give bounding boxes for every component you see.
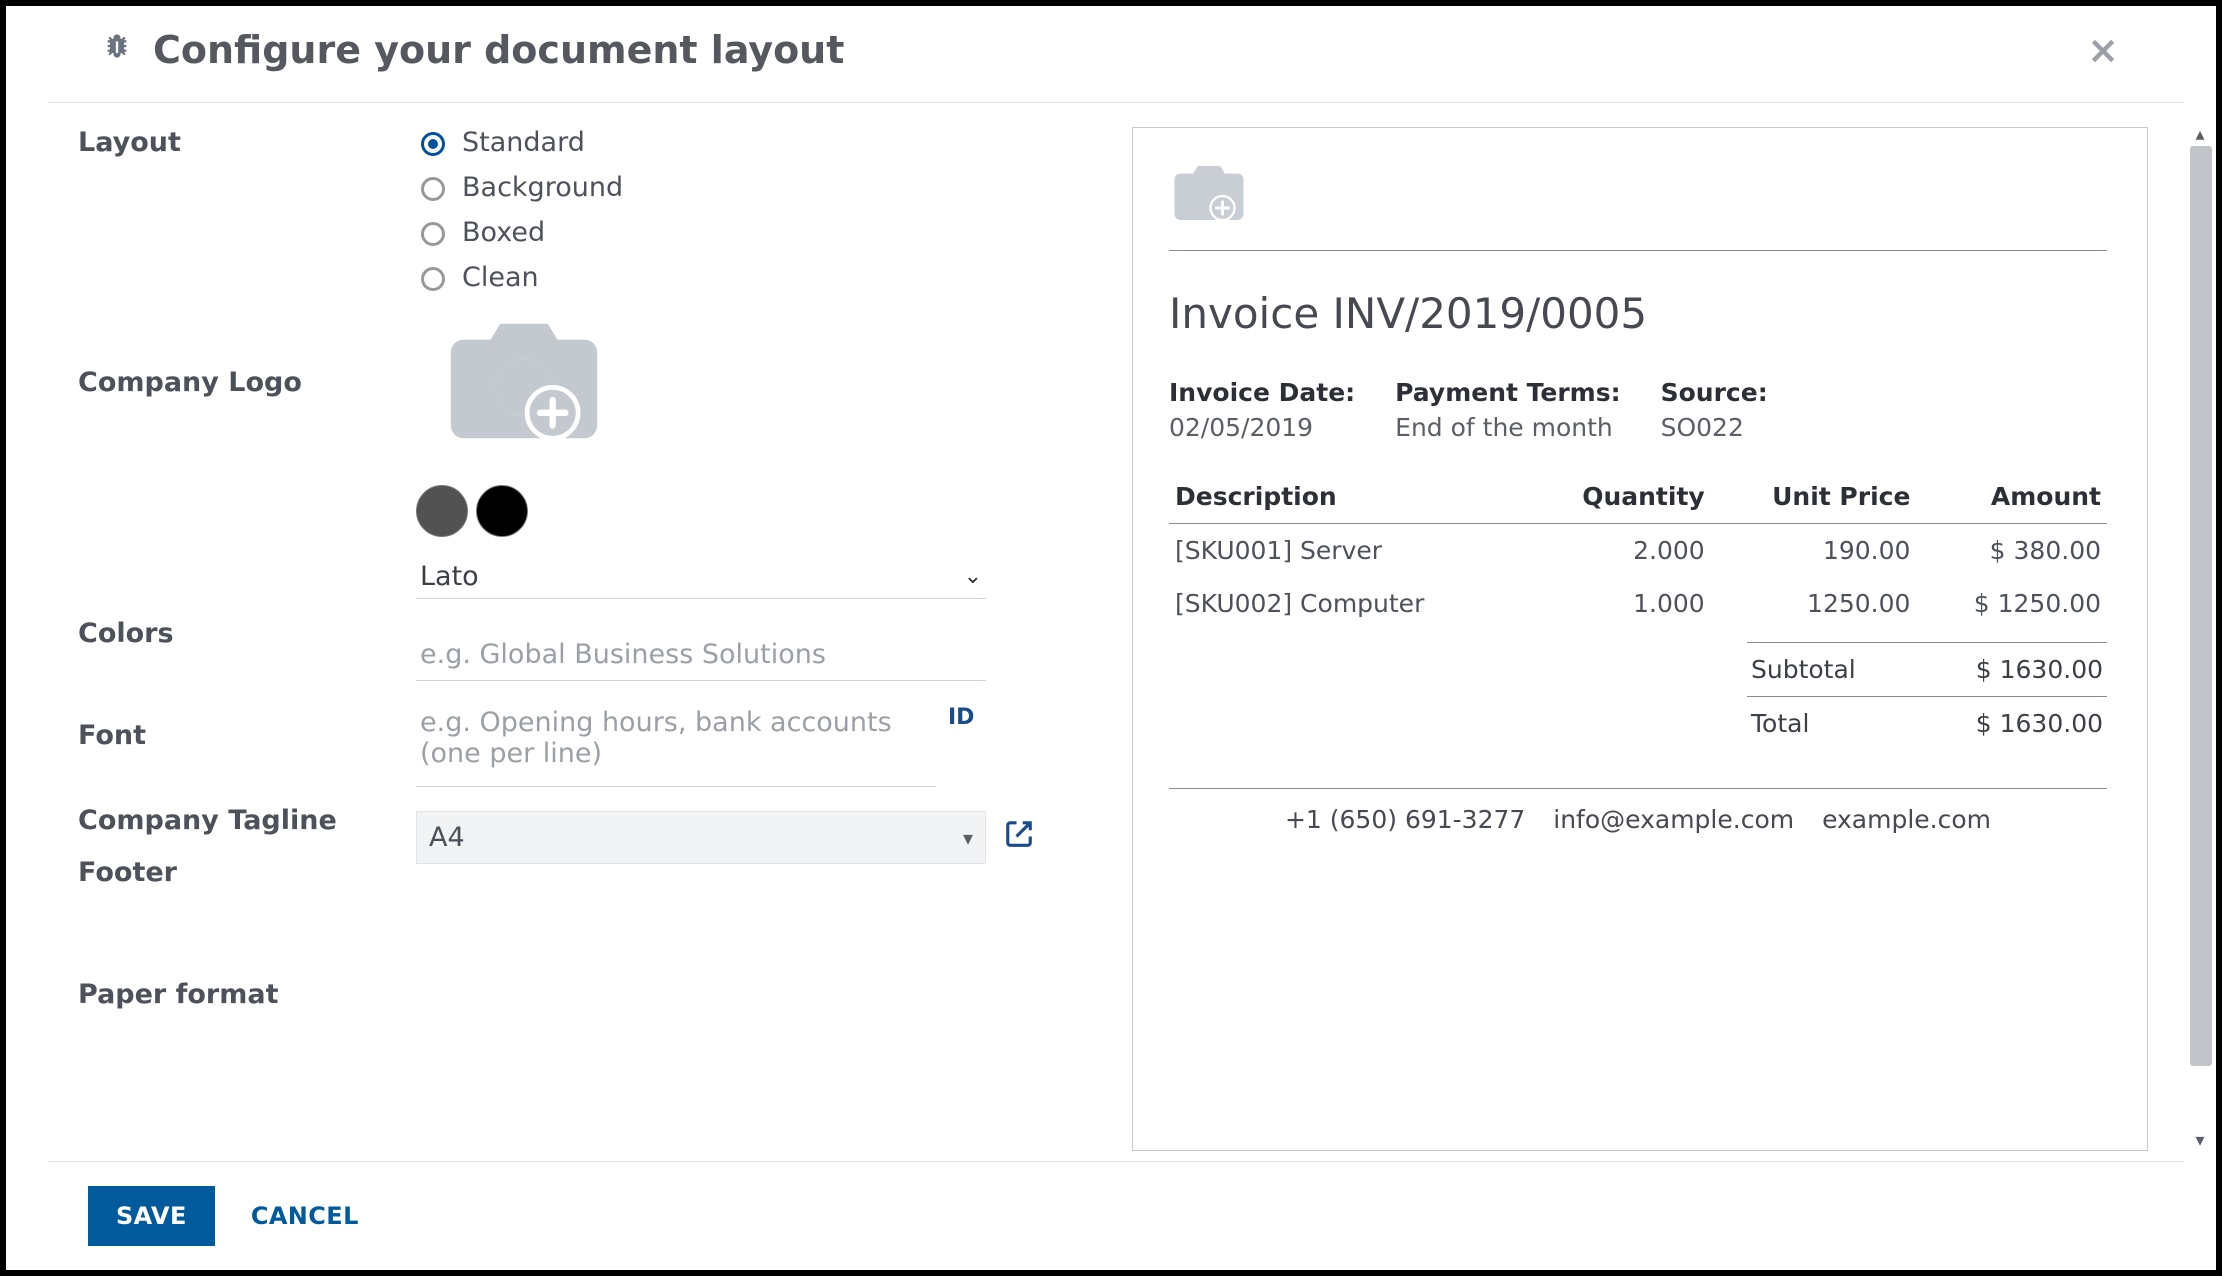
footer-email: info@example.com [1553,805,1794,834]
paper-format-value: A4 [429,822,465,853]
company-tagline-input[interactable] [416,629,986,681]
label-paper-format: Paper format [78,979,388,1011]
configure-layout-dialog: Configure your document layout × Layout … [48,6,2184,1270]
label-colors: Colors [78,618,388,650]
dialog-footer: SAVE CANCEL [48,1161,2184,1270]
layout-option-background[interactable]: Background [416,172,1092,203]
footer-language-badge[interactable]: ID [948,697,974,730]
company-logo-upload[interactable] [444,311,1092,457]
label-company-tagline: Company Tagline [78,805,388,837]
font-value: Lato [420,561,964,592]
secondary-color-swatch[interactable] [476,485,528,537]
layout-option-label: Background [462,172,623,203]
chevron-down-icon: ⌄ [964,564,982,589]
col-amount: Amount [1916,470,2107,524]
source-label: Source: [1661,378,1768,407]
cell-price: 1250.00 [1711,577,1917,630]
background-fragment-left [6,6,48,66]
total-value: $ 1630.00 [1976,709,2103,738]
preview-logo-placeholder [1169,160,2107,232]
layout-option-standard[interactable]: Standard [416,127,1092,158]
table-row: [SKU001] Server 2.000 190.00 $ 380.00 [1169,524,2107,578]
save-button[interactable]: SAVE [88,1186,215,1246]
subtotal-value: $ 1630.00 [1976,655,2103,684]
cell-price: 190.00 [1711,524,1917,578]
cell-amount: $ 1250.00 [1916,577,2107,630]
cell-desc: [SKU001] Server [1169,524,1527,578]
dialog-title: Configure your document layout [153,28,844,72]
cancel-button[interactable]: CANCEL [245,1201,365,1231]
payment-terms-value: End of the month [1395,413,1620,442]
total-label: Total [1751,709,1809,738]
bug-icon[interactable] [103,32,131,68]
external-link-icon[interactable] [1004,819,1034,857]
layout-option-boxed[interactable]: Boxed [416,217,1092,248]
preview-panel: Invoice INV/2019/0005 Invoice Date: 02/0… [1132,127,2148,1151]
footer-phone: +1 (650) 691-3277 [1285,805,1525,834]
scroll-down-arrow[interactable]: ▾ [2191,1132,2209,1150]
dialog-header: Configure your document layout × [48,6,2184,103]
invoice-date-value: 02/05/2019 [1169,413,1355,442]
col-description: Description [1169,470,1527,524]
layout-radio-background[interactable] [421,177,445,201]
layout-option-label: Clean [462,262,539,293]
primary-color-swatch[interactable] [416,485,468,537]
invoice-lines-table: Description Quantity Unit Price Amount [… [1169,470,2107,630]
col-unit-price: Unit Price [1711,470,1917,524]
layout-option-clean[interactable]: Clean [416,262,1092,293]
form-panel: Layout Company Logo Colors Font Company … [78,127,1108,1151]
layout-option-label: Standard [462,127,585,158]
footer-textarea[interactable] [416,697,936,787]
scroll-up-arrow[interactable]: ▴ [2191,126,2209,144]
font-select[interactable]: Lato ⌄ [416,555,986,599]
col-quantity: Quantity [1527,470,1711,524]
label-footer: Footer [78,857,388,889]
table-row: [SKU002] Computer 1.000 1250.00 $ 1250.0… [1169,577,2107,630]
label-layout: Layout [78,127,388,159]
footer-site: example.com [1822,805,1991,834]
layout-radio-standard[interactable] [421,132,445,156]
label-font: Font [78,720,388,752]
color-swatches [416,485,1092,537]
layout-option-label: Boxed [462,217,545,248]
subtotal-label: Subtotal [1751,655,1856,684]
source-value: SO022 [1661,413,1768,442]
layout-radio-clean[interactable] [421,267,445,291]
layout-radio-boxed[interactable] [421,222,445,246]
cell-amount: $ 380.00 [1916,524,2107,578]
payment-terms-label: Payment Terms: [1395,378,1620,407]
cell-desc: [SKU002] Computer [1169,577,1527,630]
invoice-date-label: Invoice Date: [1169,378,1355,407]
label-company-logo: Company Logo [78,367,388,399]
invoice-title: Invoice INV/2019/0005 [1169,289,2107,338]
scrollbar-thumb[interactable] [2190,146,2212,1066]
paper-format-select[interactable]: A4 ▾ [416,811,986,864]
caret-down-icon: ▾ [963,826,973,850]
cell-qty: 1.000 [1527,577,1711,630]
layout-radio-group: Standard Background Boxed [416,127,1092,293]
cell-qty: 2.000 [1527,524,1711,578]
close-icon[interactable]: × [2087,28,2129,72]
preview-footer: +1 (650) 691-3277 info@example.com examp… [1169,788,2107,834]
